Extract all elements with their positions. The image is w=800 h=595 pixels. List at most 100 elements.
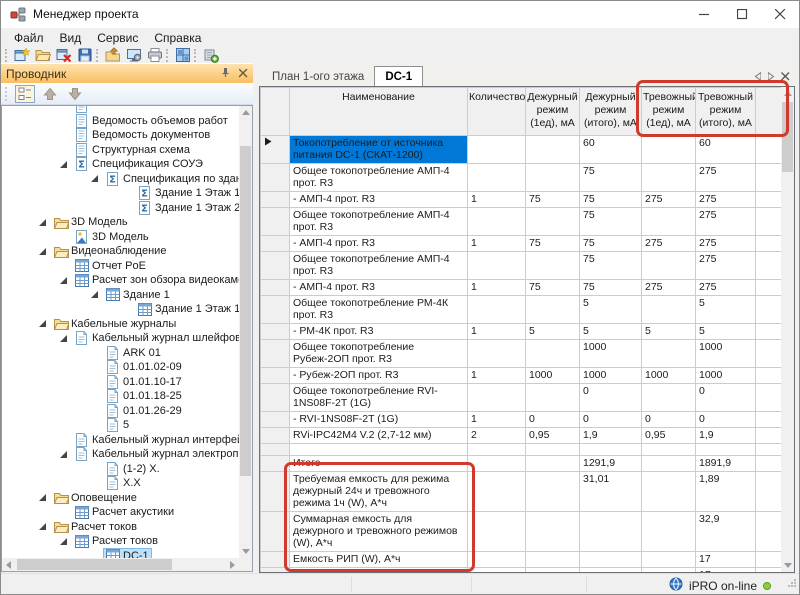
grid-cell[interactable] <box>468 208 526 236</box>
grid-cell[interactable] <box>468 164 526 192</box>
grid-cell[interactable]: 1291,9 <box>580 456 642 472</box>
scroll-down-icon[interactable] <box>239 545 252 558</box>
grid-cell[interactable]: 75 <box>580 208 642 236</box>
grid-cell[interactable] <box>642 384 696 412</box>
open-project-button[interactable] <box>32 47 53 63</box>
tree-item[interactable]: Здание 1 Этаж 1 <box>2 302 239 317</box>
tab-scroll-left-icon[interactable] <box>755 68 761 86</box>
grid-cell[interactable]: Токопотребление от источника питания DC-… <box>290 136 468 164</box>
grid-cell[interactable] <box>468 512 526 552</box>
display-settings-button[interactable] <box>123 47 144 63</box>
grid-cell[interactable]: 1000 <box>580 368 642 384</box>
grid-cell[interactable]: 0,95 <box>526 428 580 444</box>
new-project-button[interactable] <box>11 47 32 63</box>
grid-cell[interactable] <box>468 472 526 512</box>
grid-cell[interactable]: 0 <box>696 384 756 412</box>
tree-expander-icon[interactable] <box>59 537 72 546</box>
tree-item[interactable]: Видеонаблюдение <box>2 244 239 259</box>
tree-item[interactable]: Расчет токов <box>2 534 239 549</box>
grid-cell[interactable]: - АМП-4 прот. R3 <box>290 280 468 296</box>
tree-item[interactable]: Структурная схема <box>2 143 239 158</box>
tree-item[interactable]: ΣЗдание 1 Этаж 2 <box>2 201 239 216</box>
grid-cell[interactable]: 5 <box>696 324 756 340</box>
save-project-button[interactable] <box>74 47 95 63</box>
grid-cell[interactable] <box>526 136 580 164</box>
tree-item[interactable]: (1-2) X. <box>2 462 239 477</box>
grid-cell[interactable]: 0 <box>642 412 696 428</box>
grid-cell[interactable] <box>642 552 696 568</box>
row-selector[interactable] <box>261 192 290 208</box>
grid-cell[interactable]: 1000 <box>696 340 756 368</box>
move-down-button[interactable] <box>65 85 85 103</box>
tree-item[interactable]: Кабельный журнал шлейфов сигна <box>2 331 239 346</box>
row-selector[interactable] <box>261 280 290 296</box>
grid-cell[interactable]: Общее токопотребление РМ-4К прот. R3 <box>290 296 468 324</box>
grid-cell[interactable] <box>468 252 526 280</box>
tree-expander-icon[interactable] <box>38 522 51 531</box>
grid-cell[interactable]: 1 <box>468 192 526 208</box>
grid-cell[interactable]: 32,9 <box>696 512 756 552</box>
grid-cell[interactable]: 1,9 <box>580 428 642 444</box>
scroll-down-icon[interactable] <box>781 559 794 572</box>
grid-cell[interactable]: 275 <box>696 192 756 208</box>
column-header[interactable]: Количество <box>468 88 526 136</box>
row-selector[interactable] <box>261 340 290 368</box>
menu-item[interactable]: Вид <box>52 29 90 47</box>
grid-cell[interactable] <box>468 136 526 164</box>
grid-cell[interactable]: 31,01 <box>580 472 642 512</box>
tree-item[interactable]: ΣЗдание 1 Этаж 1 <box>2 186 239 201</box>
grid-cell[interactable]: 60 <box>580 136 642 164</box>
tree-item[interactable]: 5 <box>2 418 239 433</box>
grid-cell[interactable]: 17 <box>696 568 756 573</box>
menu-item[interactable]: Файл <box>6 29 52 47</box>
grid-cell[interactable] <box>468 340 526 368</box>
column-header[interactable]: Тревожный режим (итого), мА <box>696 88 756 136</box>
menu-item[interactable]: Сервис <box>89 29 146 47</box>
close-button[interactable] <box>761 1 799 28</box>
grid-cell[interactable]: 5 <box>696 296 756 324</box>
grid-cell[interactable]: 75 <box>580 192 642 208</box>
grid-cell[interactable] <box>468 552 526 568</box>
import-project-button[interactable] <box>102 47 123 63</box>
grid-cell[interactable]: - АМП-4 прот. R3 <box>290 192 468 208</box>
grid-cell[interactable]: Емкость РИП с учетом коэф. использования… <box>290 568 468 573</box>
row-selector[interactable] <box>261 568 290 573</box>
grid-cell[interactable] <box>526 340 580 368</box>
tree-item[interactable]: 3D Модель <box>2 215 239 230</box>
grid-cell[interactable]: Требуемая емкость для режима дежурный 24… <box>290 472 468 512</box>
tree-item[interactable]: Расчет зон обзора видеокамер <box>2 273 239 288</box>
add-database-button[interactable] <box>200 47 221 63</box>
tree-item[interactable]: Здание 1 <box>2 288 239 303</box>
grid-cell[interactable]: 60 <box>696 136 756 164</box>
grid-cell[interactable]: 0 <box>696 412 756 428</box>
tab-scroll-right-icon[interactable] <box>768 68 774 86</box>
tree-item[interactable]: Оповещение <box>2 491 239 506</box>
grid-cell[interactable]: - RVI-1NS08F-2T (1G) <box>290 412 468 428</box>
scrollbar-thumb[interactable] <box>17 559 172 570</box>
column-header[interactable]: Дежурный режим (итого), мА <box>580 88 642 136</box>
grid-cell[interactable] <box>526 552 580 568</box>
print-button[interactable] <box>144 47 165 63</box>
grid-cell[interactable]: 275 <box>696 236 756 252</box>
row-selector[interactable] <box>261 324 290 340</box>
grid-cell[interactable]: 5 <box>580 296 642 324</box>
grid-cell[interactable]: 1,89 <box>696 472 756 512</box>
grid-cell[interactable] <box>468 384 526 412</box>
grid-cell[interactable] <box>642 208 696 236</box>
tree-vertical-scrollbar[interactable] <box>239 106 252 558</box>
move-up-button[interactable] <box>40 85 60 103</box>
grid-cell[interactable] <box>642 456 696 472</box>
tree-item[interactable]: 01.01.26-29 <box>2 404 239 419</box>
tree-item[interactable]: 01.01.18-25 <box>2 389 239 404</box>
row-selector[interactable] <box>261 252 290 280</box>
grid-vertical-scrollbar[interactable] <box>781 87 794 572</box>
tree-item[interactable]: ARK 01 <box>2 346 239 361</box>
tree-expander-icon[interactable] <box>59 334 72 343</box>
grid-cell[interactable] <box>468 456 526 472</box>
grid-cell[interactable]: 75 <box>526 236 580 252</box>
grid-cell[interactable]: 1000 <box>580 340 642 368</box>
grid-cell[interactable]: 75 <box>580 164 642 192</box>
tree-item[interactable]: Кабельный журнал электропитани <box>2 447 239 462</box>
tree-expander-icon[interactable] <box>38 493 51 502</box>
minimize-button[interactable] <box>685 1 723 28</box>
